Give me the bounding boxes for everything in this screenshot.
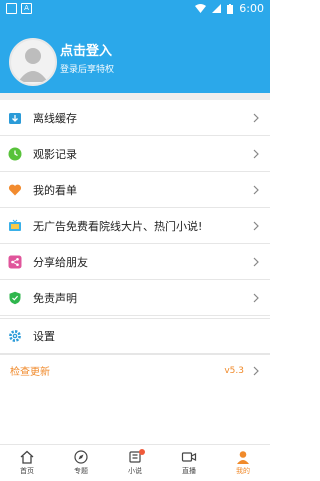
chevron-right-icon [253,257,259,266]
menu-item-label: 离线缓存 [33,111,77,125]
section-divider [0,93,270,100]
shield-icon [7,290,23,306]
tab-label: 小说 [128,467,142,475]
tab-label: 直播 [182,467,196,475]
notification-icon [6,3,17,14]
login-subtitle: 登录后享特权 [60,65,115,75]
menu-item-share[interactable]: 分享给朋友 [0,244,270,280]
menu-item-label: 分享给朋友 [33,255,88,269]
tab-label: 我的 [236,467,250,475]
signal-icon [212,4,222,13]
clock: 6:00 [239,2,264,15]
chevron-right-icon [253,149,259,158]
home-icon [20,450,34,464]
menu-item-disclaimer[interactable]: 免责声明 [0,280,270,316]
chevron-right-icon [253,366,259,375]
tab-home[interactable]: 首页 [0,445,54,481]
menu-item-label: 观影记录 [33,147,77,161]
tab-novels[interactable]: 小说 [108,445,162,481]
chevron-right-icon [253,221,259,230]
menu-item-label: 无广告免费看院线大片、热门小说! [33,219,203,233]
text-notification-icon: A [21,3,32,14]
tab-live[interactable]: 直播 [162,445,216,481]
tab-mine[interactable]: 我的 [216,445,270,481]
chevron-right-icon [253,185,259,194]
person-icon [237,451,249,464]
menu-item-label: 我的看单 [33,183,77,197]
download-folder-icon [7,110,23,126]
gear-icon [7,328,23,344]
menu-item-watch-history[interactable]: 观影记录 [0,136,270,172]
heart-icon [7,182,23,198]
menu-item-ad-free-promo[interactable]: 无广告免费看院线大片、热门小说! [0,208,270,244]
notification-badge [139,449,145,455]
tab-topics[interactable]: 专题 [54,445,108,481]
profile-header[interactable]: 点击登入 登录后享特权 [0,18,270,93]
tab-label: 专题 [74,467,88,475]
share-icon [7,254,23,270]
default-avatar-icon [18,48,48,82]
chevron-right-icon [253,113,259,122]
version-label: v5.3 [224,365,244,376]
tab-label: 首页 [20,467,34,475]
menu-item-settings[interactable]: 设置 [0,318,270,354]
compass-icon [74,450,88,464]
check-update-row[interactable]: 检查更新 v5.3 [0,354,270,386]
clock-icon [7,146,23,162]
status-bar: A 6:00 [0,0,270,18]
bottom-tab-bar: 首页 专题 小说 直播 我的 [0,444,270,481]
video-camera-icon [181,452,197,462]
menu-item-my-watchlist[interactable]: 我的看单 [0,172,270,208]
tv-icon [7,218,23,234]
menu-item-label: 设置 [33,330,55,343]
check-update-label: 检查更新 [10,367,50,378]
battery-icon [227,3,234,14]
login-title[interactable]: 点击登入 [60,40,112,59]
avatar[interactable] [9,38,57,86]
chevron-right-icon [253,293,259,302]
menu-item-label: 免责声明 [33,291,77,305]
menu-item-offline-cache[interactable]: 离线缓存 [0,100,270,136]
wifi-icon [195,4,207,13]
